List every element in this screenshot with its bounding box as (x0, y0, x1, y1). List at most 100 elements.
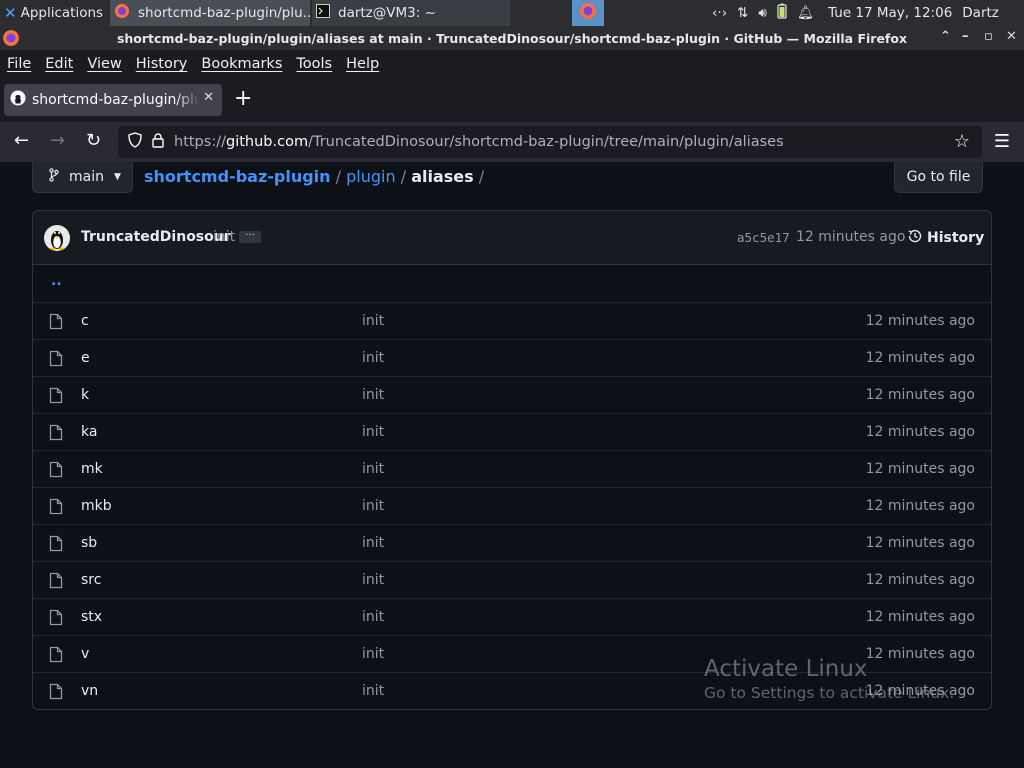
file-row[interactable]: k init 12 minutes ago (33, 376, 991, 413)
file-row[interactable]: mk init 12 minutes ago (33, 450, 991, 487)
maximize-chevron-icon[interactable]: ⌃ (940, 29, 951, 44)
menu-edit[interactable]: Edit (45, 56, 73, 72)
file-commit-message[interactable]: init (362, 350, 384, 366)
system-tray: ‹·› ⇅ 🔊︎ 🔔︎ Tue 17 May, 12:06 Dartz (712, 0, 1024, 26)
restore-icon[interactable]: ▫ (984, 29, 993, 44)
breadcrumb-separator: / (335, 167, 342, 186)
file-name-link[interactable]: vn (81, 683, 98, 699)
lock-icon[interactable] (152, 132, 164, 152)
file-commit-message[interactable]: init (362, 387, 384, 403)
go-to-file-button[interactable]: Go to file (894, 162, 983, 193)
file-commit-age: 12 minutes ago (865, 350, 975, 366)
taskbar-terminal[interactable]: dartz@VM3: ~ (312, 0, 510, 26)
file-name-link[interactable]: src (81, 572, 101, 588)
network-arrows-icon[interactable]: ‹·› (712, 5, 727, 21)
file-icon (49, 387, 63, 404)
menu-tools[interactable]: Tools (296, 56, 332, 72)
menu-file[interactable]: File (7, 56, 31, 72)
file-commit-age: 12 minutes ago (865, 498, 975, 514)
file-name-link[interactable]: k (81, 387, 89, 403)
file-commit-message[interactable]: init (362, 535, 384, 551)
file-commit-message[interactable]: init (362, 313, 384, 329)
tab-strip: shortcmd-baz-plugin/plugin/aliases ✕ + (0, 78, 1024, 122)
file-commit-message[interactable]: init (362, 424, 384, 440)
workspace-firefox-button[interactable] (572, 0, 604, 26)
file-name-link[interactable]: ka (81, 424, 97, 440)
avatar[interactable] (44, 225, 70, 251)
back-arrow-icon[interactable]: ← (14, 130, 29, 151)
file-name-link[interactable]: sb (81, 535, 97, 551)
browser-tab[interactable]: shortcmd-baz-plugin/plugin/aliases ✕ (4, 84, 222, 116)
file-row[interactable]: stx init 12 minutes ago (33, 598, 991, 635)
taskbar-firefox[interactable]: shortcmd-baz-plugin/plu… (110, 0, 310, 26)
file-name-link[interactable]: c (81, 313, 89, 329)
battery-icon[interactable] (777, 3, 787, 23)
url-scheme: https:// (174, 134, 226, 150)
file-commit-age: 12 minutes ago (865, 387, 975, 403)
bookmark-star-icon[interactable]: ☆ (954, 131, 970, 152)
file-commit-age: 12 minutes ago (865, 646, 975, 662)
file-name-link[interactable]: e (81, 350, 90, 366)
breadcrumb-repo-link[interactable]: shortcmd-baz-plugin (144, 167, 331, 186)
forward-arrow-icon[interactable]: → (50, 130, 65, 151)
commit-ellipsis-button[interactable]: ··· (239, 231, 261, 243)
file-commit-message[interactable]: init (362, 646, 384, 662)
breadcrumb-plugin-link[interactable]: plugin (346, 167, 395, 186)
file-commit-message[interactable]: init (362, 572, 384, 588)
url-host: github.com (225, 134, 309, 150)
file-commit-message[interactable]: init (362, 498, 384, 514)
breadcrumb: shortcmd-baz-plugin / plugin / aliases / (144, 167, 484, 186)
window-title: shortcmd-baz-plugin/plugin/aliases at ma… (116, 30, 908, 46)
menu-view[interactable]: View (87, 56, 121, 72)
breadcrumb-current: aliases (411, 167, 474, 186)
reload-icon[interactable]: ↻ (86, 130, 101, 151)
parent-directory-row[interactable]: .. (33, 265, 991, 302)
parent-directory-link[interactable]: .. (51, 273, 62, 289)
file-row[interactable]: e init 12 minutes ago (33, 339, 991, 376)
file-row[interactable]: sb init 12 minutes ago (33, 524, 991, 561)
breadcrumb-trail: / (478, 167, 485, 186)
shield-icon[interactable] (128, 132, 142, 152)
clock[interactable]: Tue 17 May, 12:06 (828, 5, 952, 21)
file-row[interactable]: mkb init 12 minutes ago (33, 487, 991, 524)
file-row[interactable]: c init 12 minutes ago (33, 302, 991, 339)
volume-icon[interactable]: 🔊︎ (758, 5, 767, 21)
file-name-link[interactable]: v (81, 646, 89, 662)
file-commit-message[interactable]: init (362, 683, 384, 699)
branch-selector-button[interactable]: main ▼ (32, 162, 133, 193)
file-name-link[interactable]: stx (81, 609, 102, 625)
user-menu[interactable]: Dartz (962, 5, 999, 21)
minimize-icon[interactable]: – (962, 29, 969, 44)
applications-label: Applications (20, 5, 104, 21)
latest-commit-bar: TruncatedDinosour init ··· a5c5e17 12 mi… (33, 211, 991, 265)
history-button[interactable]: History (907, 228, 984, 248)
file-commit-message[interactable]: init (362, 461, 384, 477)
menu-help[interactable]: Help (346, 56, 379, 72)
file-icon (49, 461, 63, 478)
history-label: History (927, 230, 985, 246)
file-commit-message[interactable]: init (362, 609, 384, 625)
applications-menu[interactable]: ✕ Applications (0, 0, 108, 26)
file-icon (49, 424, 63, 441)
menu-bookmarks[interactable]: Bookmarks (201, 56, 282, 72)
commit-sha[interactable]: a5c5e17 (737, 230, 790, 245)
file-row[interactable]: src init 12 minutes ago (33, 561, 991, 598)
file-row[interactable]: ka init 12 minutes ago (33, 413, 991, 450)
network-updown-icon[interactable]: ⇅ (737, 5, 748, 21)
commit-age: 12 minutes ago (796, 229, 906, 245)
commit-message[interactable]: init (213, 229, 235, 245)
firefox-icon (579, 2, 597, 24)
file-row[interactable]: v init 12 minutes ago (33, 635, 991, 672)
close-window-icon[interactable]: ✕ (1006, 29, 1017, 44)
commit-author[interactable]: TruncatedDinosour (81, 229, 231, 245)
notification-bell-icon[interactable]: 🔔︎ (797, 5, 814, 21)
file-row[interactable]: vn init 12 minutes ago (33, 672, 991, 709)
file-name-link[interactable]: mk (81, 461, 103, 477)
hamburger-menu-icon[interactable]: ☰ (994, 131, 1010, 152)
file-name-link[interactable]: mkb (81, 498, 112, 514)
new-tab-plus-icon[interactable]: + (234, 86, 252, 111)
close-tab-icon[interactable]: ✕ (203, 90, 214, 105)
url-bar[interactable]: https://github.com/TruncatedDinosour/sho… (118, 126, 982, 158)
menu-history[interactable]: History (136, 56, 188, 72)
file-icon (49, 646, 63, 663)
